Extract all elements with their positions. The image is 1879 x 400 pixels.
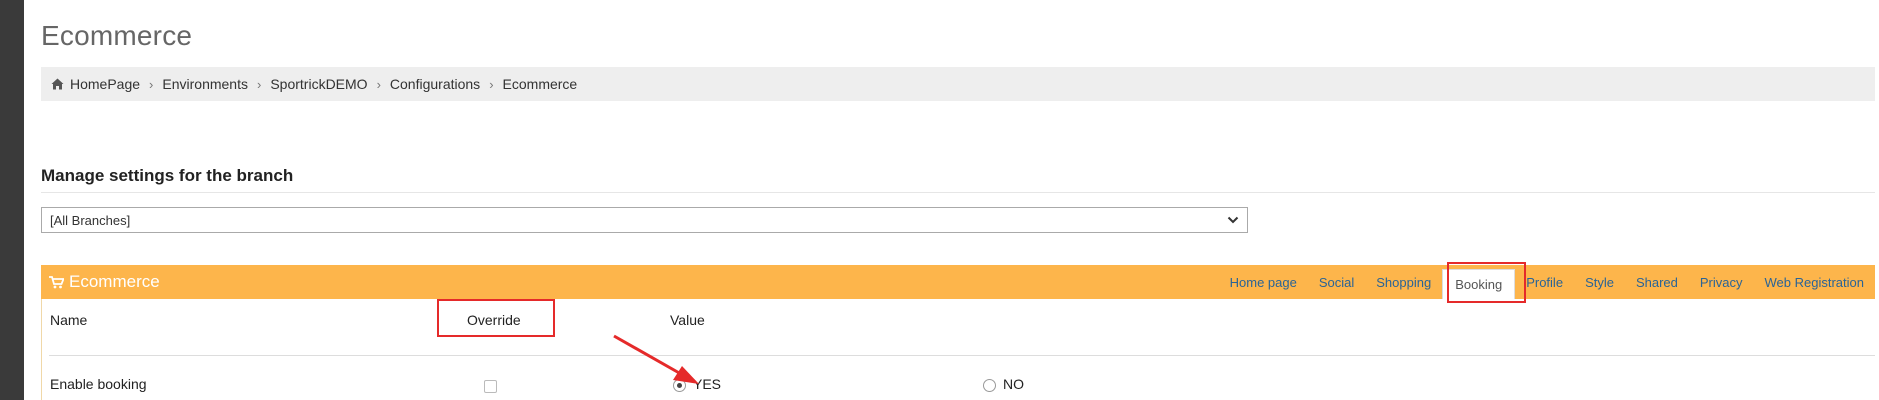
branch-settings-heading: Manage settings for the branch bbox=[41, 166, 294, 185]
home-icon bbox=[51, 78, 64, 90]
table-header-divider bbox=[49, 355, 1875, 356]
tab-style[interactable]: Style bbox=[1574, 265, 1625, 299]
tab-shared[interactable]: Shared bbox=[1625, 265, 1689, 299]
page-title: Ecommerce bbox=[41, 20, 193, 51]
breadcrumb: HomePage › Environments › SportrickDEMO … bbox=[41, 67, 1875, 101]
panel-title: Ecommerce bbox=[49, 272, 160, 292]
breadcrumb-item-environments[interactable]: Environments bbox=[162, 76, 248, 92]
tab-social[interactable]: Social bbox=[1308, 265, 1365, 299]
override-checkbox[interactable] bbox=[484, 380, 497, 393]
panel-title-text: Ecommerce bbox=[69, 272, 160, 291]
breadcrumb-separator: › bbox=[149, 76, 154, 92]
annotation-arrow-icon bbox=[613, 334, 699, 384]
breadcrumb-item-homepage[interactable]: HomePage bbox=[70, 76, 140, 92]
setting-name-enable-booking: Enable booking bbox=[50, 376, 147, 392]
column-header-value: Value bbox=[670, 312, 705, 328]
breadcrumb-separator: › bbox=[256, 76, 262, 92]
tab-web-registration[interactable]: Web Registration bbox=[1754, 265, 1875, 299]
tab-privacy[interactable]: Privacy bbox=[1689, 265, 1754, 299]
radio-no-label: NO bbox=[1003, 376, 1024, 392]
ecommerce-panel-body bbox=[41, 299, 1875, 400]
override-highlight-box bbox=[437, 299, 555, 337]
radio-no[interactable] bbox=[983, 379, 996, 392]
tab-shopping[interactable]: Shopping bbox=[1365, 265, 1442, 299]
breadcrumb-separator: › bbox=[489, 76, 494, 92]
tab-home-page[interactable]: Home page bbox=[1219, 265, 1308, 299]
booking-tab-highlight-box bbox=[1447, 262, 1526, 303]
main-content: Ecommerce HomePage › Environments › Spor… bbox=[41, 0, 1879, 400]
left-sidebar-strip bbox=[0, 0, 24, 400]
branch-select-value: [All Branches] bbox=[50, 212, 131, 228]
chevron-down-icon bbox=[1227, 216, 1239, 224]
ecommerce-panel-header: Ecommerce Home page Social Shopping Book… bbox=[41, 265, 1875, 299]
breadcrumb-item-ecommerce: Ecommerce bbox=[502, 76, 578, 92]
breadcrumb-item-sportrickdemo[interactable]: SportrickDEMO bbox=[270, 76, 367, 92]
breadcrumb-item-configurations[interactable]: Configurations bbox=[390, 76, 480, 92]
panel-tabs: Home page Social Shopping Booking Profil… bbox=[1219, 265, 1875, 299]
shopping-cart-icon bbox=[49, 275, 64, 288]
branch-select[interactable]: [All Branches] bbox=[41, 207, 1248, 233]
column-header-name: Name bbox=[50, 312, 88, 328]
section-divider bbox=[41, 192, 1875, 193]
breadcrumb-separator: › bbox=[376, 76, 381, 92]
